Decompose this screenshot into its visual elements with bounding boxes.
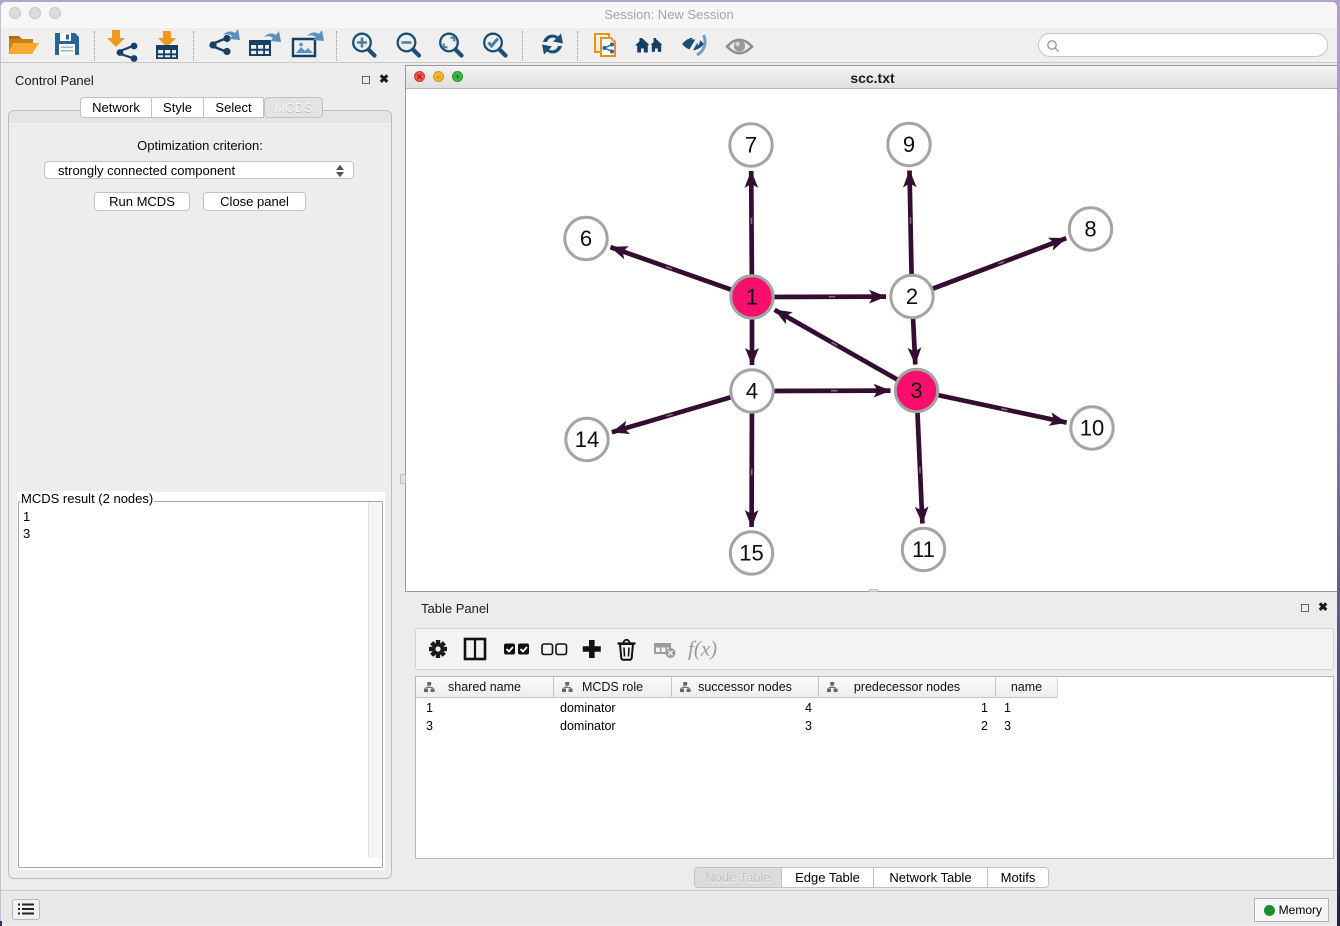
svg-text:3: 3 (910, 378, 922, 403)
svg-text:4: 4 (746, 379, 758, 404)
svg-text:11: 11 (912, 537, 935, 562)
svg-text:6: 6 (580, 226, 592, 251)
svg-text:9: 9 (903, 132, 915, 157)
svg-text:15: 15 (739, 541, 763, 566)
svg-text:1: 1 (746, 285, 758, 310)
svg-text:7: 7 (745, 133, 757, 158)
svg-text:2: 2 (906, 284, 918, 309)
svg-text:f(x): f(x) (688, 637, 717, 661)
svg-text:14: 14 (575, 427, 599, 452)
svg-text:10: 10 (1080, 416, 1104, 441)
svg-text:8: 8 (1084, 217, 1096, 242)
